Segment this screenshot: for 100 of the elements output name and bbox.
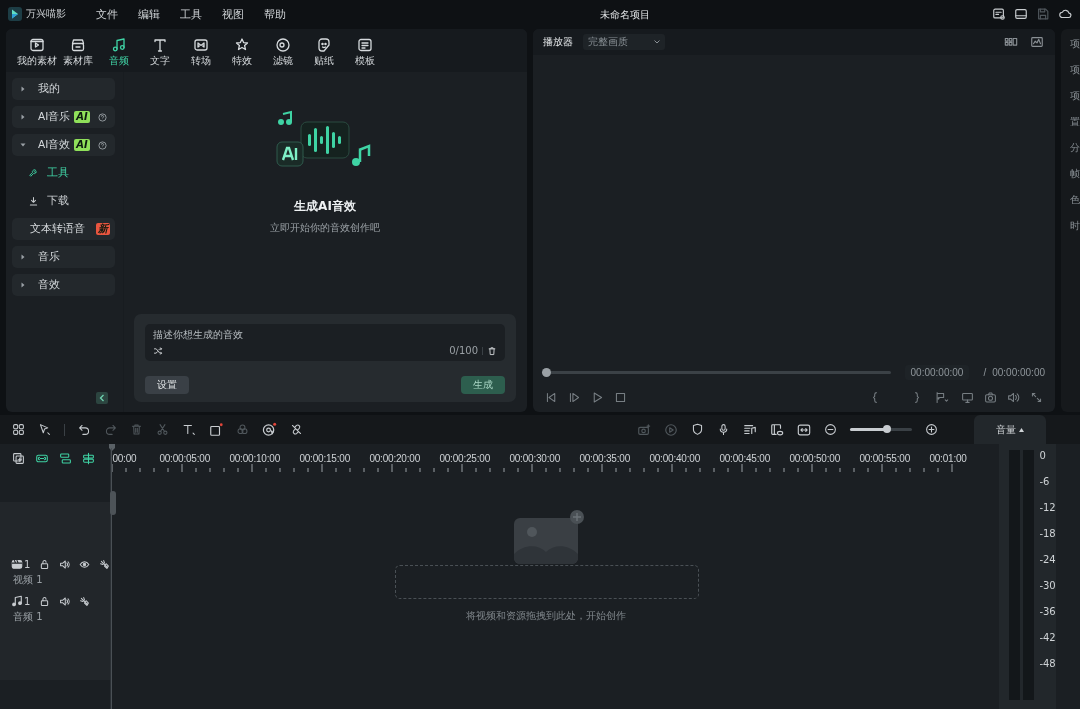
download-icon[interactable] bbox=[28, 195, 39, 207]
menu-item[interactable]: 视图 bbox=[222, 6, 244, 22]
fullscreen-icon[interactable] bbox=[1030, 390, 1043, 404]
sidebar-item[interactable]: 文本转语音 新 bbox=[12, 218, 115, 240]
media-tab[interactable]: 文字 bbox=[139, 37, 180, 72]
sticker-icon[interactable] bbox=[315, 37, 332, 53]
caret-icon[interactable] bbox=[20, 142, 26, 148]
caret-icon[interactable] bbox=[20, 254, 26, 260]
sidebar-item[interactable]: AI音乐 AI bbox=[12, 106, 115, 128]
menu-item[interactable]: 帮助 bbox=[264, 6, 286, 22]
grid-view-icon[interactable] bbox=[1003, 35, 1019, 49]
media-tab[interactable]: 我的素材 bbox=[16, 37, 57, 72]
zoom-slider[interactable] bbox=[850, 428, 912, 431]
zoom-thumb[interactable] bbox=[883, 425, 892, 433]
caret-icon[interactable] bbox=[20, 86, 26, 92]
help-icon[interactable] bbox=[97, 140, 107, 150]
ai-icon[interactable] bbox=[262, 422, 277, 437]
progress-thumb[interactable] bbox=[542, 367, 551, 377]
screen-eye-icon[interactable] bbox=[770, 422, 784, 437]
caret-icon[interactable] bbox=[20, 114, 26, 120]
panel-tab[interactable]: 项 bbox=[1070, 37, 1080, 51]
lock-icon[interactable] bbox=[39, 595, 51, 607]
transition-icon[interactable] bbox=[192, 37, 209, 53]
audio-list-icon[interactable] bbox=[743, 422, 757, 437]
magnet-icon[interactable] bbox=[82, 451, 95, 465]
sidebar-item[interactable]: 我的 bbox=[12, 78, 115, 100]
current-time: 00:00:00:00 bbox=[904, 364, 970, 380]
media-tab[interactable]: 转场 bbox=[180, 37, 221, 72]
wrench-icon[interactable] bbox=[28, 167, 39, 179]
monitor-icon[interactable] bbox=[961, 390, 974, 404]
template-icon[interactable] bbox=[356, 37, 373, 53]
help-icon[interactable] bbox=[97, 112, 107, 122]
stop-icon[interactable] bbox=[614, 390, 627, 404]
arrange-icon[interactable] bbox=[59, 451, 72, 465]
sidebar-item[interactable]: AI音效 AI bbox=[12, 134, 115, 156]
caret-up-icon[interactable] bbox=[1019, 427, 1024, 432]
zoom-out-icon[interactable] bbox=[824, 423, 837, 436]
media-tab[interactable]: 模板 bbox=[344, 37, 385, 72]
sidebar-item[interactable]: 音效 bbox=[12, 274, 115, 296]
text-icon[interactable] bbox=[182, 423, 196, 436]
cursor-icon[interactable] bbox=[38, 423, 51, 436]
shuffle-icon[interactable] bbox=[153, 345, 163, 356]
menu-item[interactable]: 编辑 bbox=[138, 6, 160, 22]
camera-plus-icon[interactable] bbox=[637, 422, 651, 437]
music-note-icon[interactable] bbox=[110, 37, 127, 53]
lock-icon[interactable] bbox=[39, 558, 51, 570]
fit-width-icon[interactable] bbox=[797, 422, 811, 437]
next-frame-icon[interactable] bbox=[568, 390, 581, 404]
media-tab[interactable]: 贴纸 bbox=[303, 37, 344, 72]
settings-button[interactable]: 设置 bbox=[145, 376, 189, 394]
zoom-in-icon[interactable] bbox=[925, 423, 938, 436]
eye-icon[interactable] bbox=[79, 558, 91, 570]
sidebar-subitem[interactable]: 下载 bbox=[12, 190, 115, 212]
brush-icon[interactable] bbox=[99, 558, 111, 570]
ruler-label: 00:00:10:00 bbox=[229, 453, 281, 464]
quality-dropdown[interactable]: 完整画质 bbox=[583, 34, 665, 50]
color-icon[interactable] bbox=[236, 423, 249, 436]
scissors-icon[interactable] bbox=[156, 423, 169, 436]
sidebar-item[interactable]: 音乐 bbox=[12, 246, 115, 268]
layout-icon[interactable] bbox=[1014, 7, 1028, 21]
redo-icon[interactable] bbox=[104, 423, 117, 436]
media-tab[interactable]: 滤镜 bbox=[262, 37, 303, 72]
media-tab[interactable]: 音频 bbox=[98, 37, 139, 72]
report-icon[interactable] bbox=[992, 7, 1006, 21]
speaker-icon[interactable] bbox=[59, 595, 71, 607]
sidebar-subitem[interactable]: 工具 bbox=[12, 162, 115, 184]
cloud-icon[interactable] bbox=[1058, 7, 1072, 21]
waveform-monitor-icon[interactable] bbox=[1029, 35, 1045, 49]
menu-item[interactable]: 工具 bbox=[180, 6, 202, 22]
volume-icon[interactable] bbox=[1007, 390, 1020, 404]
music-note-icon[interactable] bbox=[11, 595, 23, 607]
text-icon[interactable] bbox=[151, 37, 168, 53]
store-icon[interactable] bbox=[69, 37, 86, 53]
prompt-field[interactable]: 描述你想生成的音效 0/100 bbox=[145, 324, 505, 361]
filter-icon[interactable] bbox=[274, 37, 291, 53]
play-icon[interactable] bbox=[591, 390, 604, 404]
collapse-button[interactable] bbox=[96, 392, 108, 404]
microphone-icon[interactable] bbox=[717, 423, 730, 436]
caret-icon[interactable] bbox=[20, 282, 26, 288]
speaker-icon[interactable] bbox=[59, 558, 71, 570]
add-track-icon[interactable] bbox=[12, 451, 25, 465]
previous-frame-icon[interactable] bbox=[545, 390, 558, 404]
character-counter: 0/100 bbox=[449, 345, 478, 356]
film-icon[interactable] bbox=[11, 558, 23, 570]
scale-label: -42 bbox=[1039, 632, 1056, 645]
menu-item[interactable]: 文件 bbox=[96, 6, 118, 22]
layout-grid-icon[interactable] bbox=[12, 423, 25, 436]
brush-icon[interactable] bbox=[79, 595, 91, 607]
sparkle-icon[interactable] bbox=[233, 37, 250, 53]
media-tab[interactable]: 素材库 bbox=[57, 37, 98, 72]
shield-icon[interactable] bbox=[691, 423, 704, 436]
media-tab[interactable]: 特效 bbox=[221, 37, 262, 72]
play-box-icon[interactable] bbox=[28, 37, 45, 53]
save-icon[interactable] bbox=[1036, 7, 1050, 21]
unlink-icon[interactable] bbox=[290, 423, 303, 436]
undo-icon[interactable] bbox=[78, 423, 91, 436]
camera-icon[interactable] bbox=[984, 390, 997, 404]
prompt-input[interactable]: 描述你想生成的音效 bbox=[153, 329, 497, 340]
crop-icon[interactable] bbox=[209, 422, 223, 437]
marker-icon[interactable] bbox=[933, 390, 951, 404]
